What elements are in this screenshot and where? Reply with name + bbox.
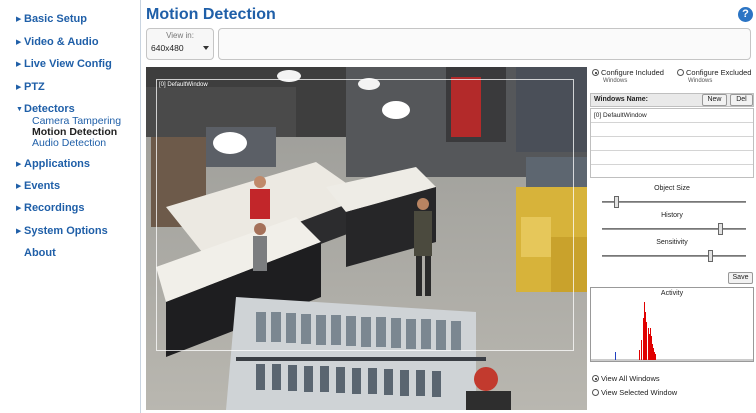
sidebar-item-events[interactable]: ▶ Events — [16, 180, 60, 192]
chevron-right-icon: ▶ — [16, 84, 22, 91]
motion-window-label: [0] DefaultWindow — [159, 82, 208, 88]
chevron-right-icon: ▶ — [16, 205, 22, 212]
motion-window-overlay[interactable]: [0] DefaultWindow — [156, 79, 574, 351]
radio-unselected-icon — [592, 389, 599, 396]
object-size-label: Object Size — [654, 185, 690, 192]
object-size-slider[interactable] — [602, 201, 746, 203]
view-selected-window-radio[interactable]: View Selected Window — [592, 389, 677, 397]
history-slider[interactable] — [602, 228, 746, 230]
sidebar-item-recordings[interactable]: ▶ Recordings — [16, 202, 85, 214]
configure-included-radio[interactable]: Configure Included Windows — [592, 69, 664, 85]
view-in-control: View in: 640x480 — [146, 28, 214, 60]
chevron-right-icon: ▶ — [16, 183, 22, 190]
chevron-right-icon: ▶ — [16, 61, 22, 68]
chevron-right-icon: ▶ — [16, 161, 22, 168]
video-feed[interactable]: [0] DefaultWindow — [146, 67, 587, 410]
history-label: History — [661, 212, 683, 219]
resolution-value: 640x480 — [151, 43, 184, 53]
activity-marker — [615, 352, 616, 360]
motion-config-panel: Configure Included Windows Configure Exc… — [590, 67, 756, 410]
sidebar-item-basic-setup[interactable]: ▶ Basic Setup — [16, 13, 87, 25]
configure-excluded-radio[interactable]: Configure Excluded Windows — [677, 69, 751, 85]
sidebar-item-live-view-config[interactable]: ▶ Live View Config — [16, 58, 112, 70]
new-window-button[interactable]: New — [702, 94, 727, 106]
view-all-windows-radio[interactable]: View All Windows — [592, 375, 660, 383]
sensitivity-label: Sensitivity — [656, 239, 688, 246]
radio-unselected-icon — [677, 69, 684, 76]
list-item-empty — [591, 151, 753, 165]
chevron-right-icon: ▶ — [16, 39, 22, 46]
sensitivity-slider-thumb[interactable] — [707, 250, 713, 262]
view-in-label: View in: — [166, 31, 194, 40]
sidebar: ▶ Basic Setup ▶ Video & Audio ▶ Live View C… — [0, 0, 141, 413]
activity-graph: Activity — [590, 287, 754, 362]
sidebar-item-detectors[interactable]: ▼Detectors — [16, 103, 75, 115]
toolbar-strip — [218, 28, 751, 60]
object-size-slider-thumb[interactable] — [613, 196, 619, 208]
sidebar-item-applications[interactable]: ▶ Applications — [16, 158, 90, 170]
sidebar-item-video-audio[interactable]: ▶ Video & Audio — [16, 36, 99, 48]
resolution-select[interactable]: 640x480 — [151, 43, 211, 57]
list-item[interactable]: [0] DefaultWindow — [591, 109, 753, 123]
help-icon[interactable]: ? — [738, 7, 753, 22]
page-title: Motion Detection — [146, 6, 276, 23]
sidebar-item-ptz[interactable]: ▶ PTZ — [16, 81, 45, 93]
activity-chart — [591, 302, 753, 361]
list-item-empty — [591, 165, 753, 179]
radio-selected-icon — [592, 375, 599, 382]
sidebar-item-about[interactable]: About — [24, 247, 56, 259]
chevron-right-icon: ▶ — [16, 16, 22, 23]
sidebar-item-system-options[interactable]: ▶ System Options — [16, 225, 108, 237]
radio-selected-icon — [592, 69, 599, 76]
save-button[interactable]: Save — [728, 272, 753, 284]
activity-label: Activity — [660, 290, 684, 297]
chevron-down-icon: ▼ — [16, 106, 23, 113]
list-item-empty — [591, 137, 753, 151]
dropdown-arrow-icon — [203, 46, 209, 50]
sidebar-subitem-audio-detection[interactable]: Audio Detection — [32, 137, 106, 149]
history-slider-thumb[interactable] — [717, 223, 723, 235]
chevron-right-icon: ▶ — [16, 228, 22, 235]
list-item-empty — [591, 123, 753, 137]
windows-list: [0] DefaultWindow — [590, 108, 754, 178]
activity-bars — [639, 302, 656, 360]
sensitivity-slider[interactable] — [602, 255, 746, 257]
delete-window-button[interactable]: Del — [730, 94, 753, 106]
